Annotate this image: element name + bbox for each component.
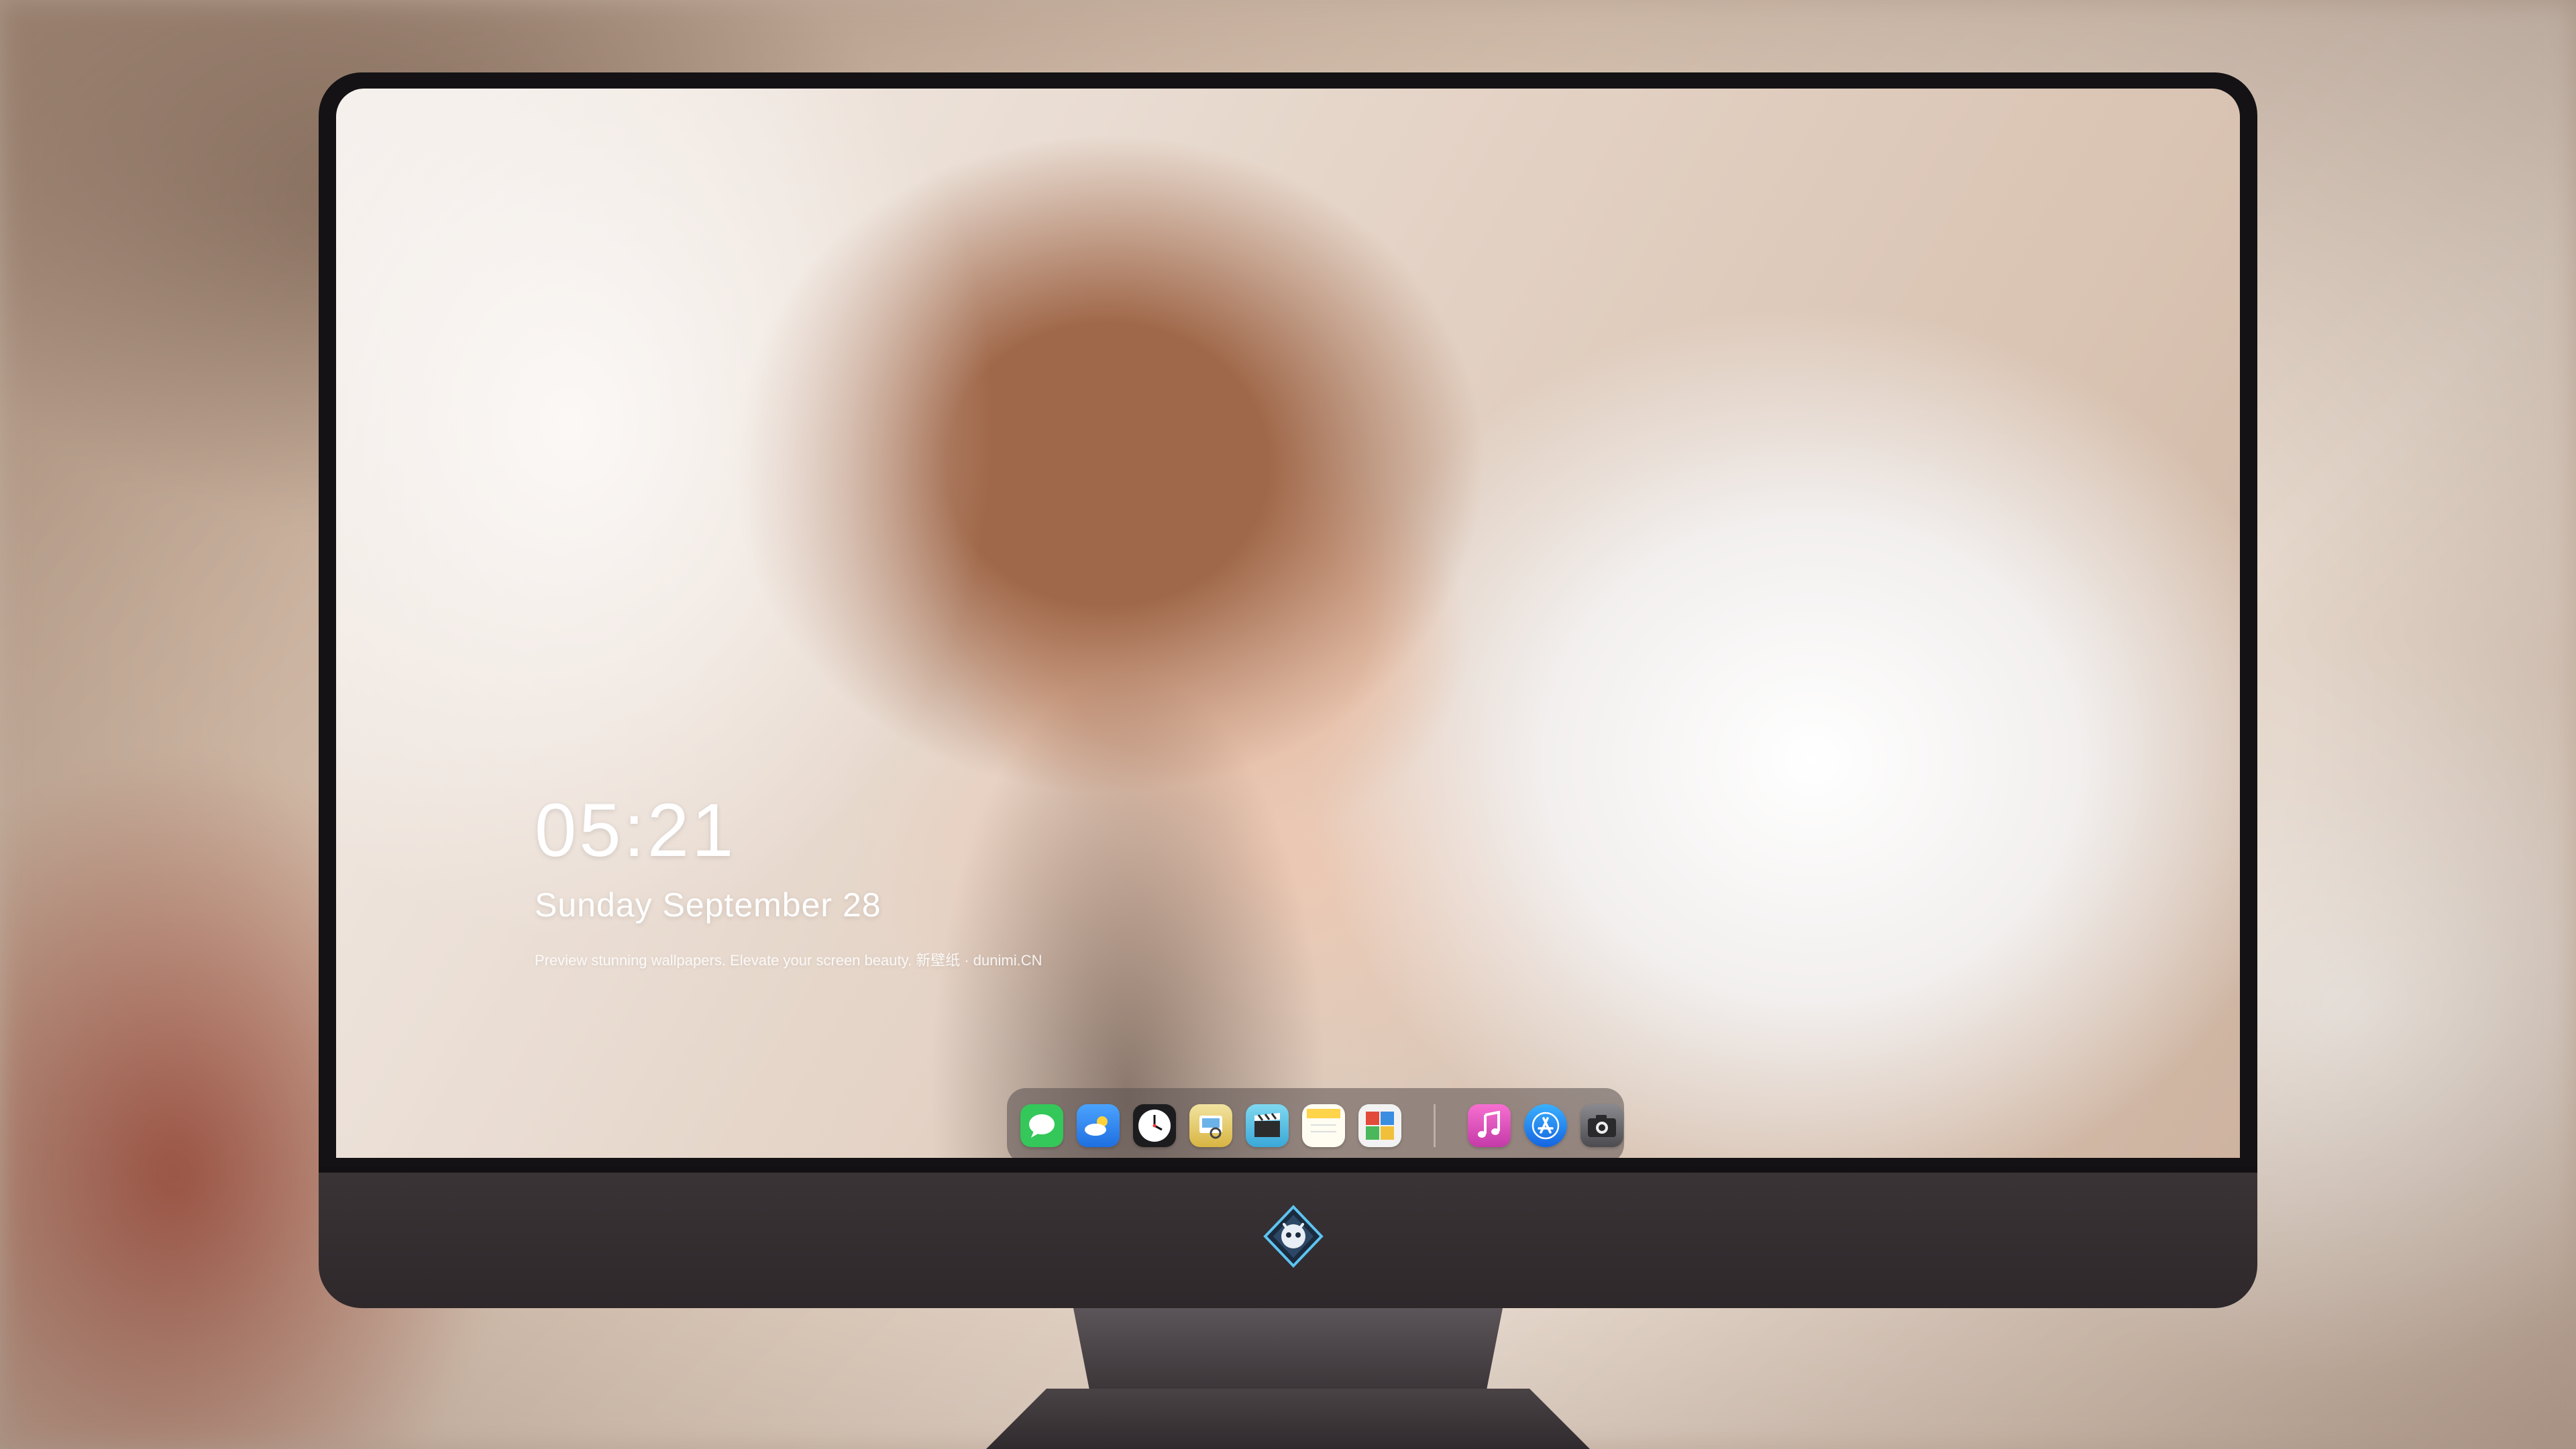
mascot-logo-icon <box>1261 1204 1326 1269</box>
lockscreen-clock: 05:21 Sunday September 28 Preview stunni… <box>535 793 1042 970</box>
chin-divider <box>319 1167 2257 1173</box>
monitor-stand-neck <box>1073 1308 1503 1395</box>
clock-time: 05:21 <box>535 788 737 872</box>
music-note-icon[interactable] <box>1468 1104 1511 1147</box>
wallpaper-photo <box>336 89 2240 1158</box>
cloud-sun-icon[interactable] <box>1077 1104 1120 1147</box>
monitor-bezel: 05:21 Sunday September 28 Preview stunni… <box>319 72 2257 1167</box>
wallpaper-caption: Preview stunning wallpapers. Elevate you… <box>535 952 1042 969</box>
notes-icon[interactable] <box>1302 1104 1345 1147</box>
message-bubble-icon[interactable] <box>1020 1104 1063 1147</box>
dock-separator <box>1434 1104 1436 1147</box>
clapperboard-icon[interactable] <box>1246 1104 1289 1147</box>
lockscreen-wallpaper: 05:21 Sunday September 28 Preview stunni… <box>336 89 2240 1158</box>
monitor-stand-base <box>986 1389 1590 1449</box>
app-store-icon[interactable] <box>1524 1104 1567 1147</box>
dock <box>1007 1088 1624 1158</box>
camera-icon[interactable] <box>1580 1104 1623 1147</box>
clock-date: Sunday September 28 <box>535 886 881 924</box>
preview-icon[interactable] <box>1189 1104 1232 1147</box>
monitor: 05:21 Sunday September 28 Preview stunni… <box>319 72 2257 1308</box>
clock-icon[interactable] <box>1133 1104 1176 1147</box>
photo-booth-icon[interactable] <box>1358 1104 1401 1147</box>
